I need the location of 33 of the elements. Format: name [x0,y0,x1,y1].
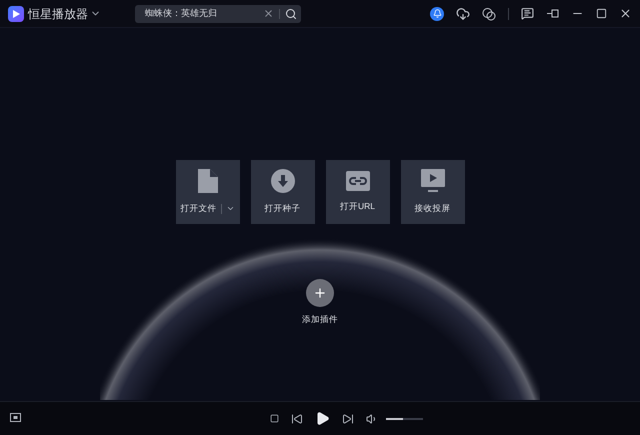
notification-icon[interactable] [430,6,444,20]
chat-bubbles-icon[interactable] [482,6,496,20]
link-icon [346,171,370,192]
feedback-icon[interactable] [521,7,534,20]
search-bar[interactable]: 蜘蛛侠：英雄无归 [135,4,301,22]
search-icon[interactable] [285,8,297,20]
cloud-download-icon[interactable] [456,6,470,20]
app-logo-icon [8,6,24,22]
close-icon[interactable] [619,7,632,20]
play-icon[interactable] [315,411,330,426]
volume-icon[interactable] [366,412,378,424]
document-icon [198,169,218,194]
open-action-tile[interactable]: 打开种子 [250,160,314,224]
open-action-tile[interactable]: 接收投屏 [400,160,464,224]
stop-icon[interactable] [270,414,279,423]
screen-icon[interactable] [10,413,21,424]
tile-label: 打开URL [340,200,375,213]
plugin-label: 添加插件 [302,313,338,326]
open-action-tile[interactable]: 打开URL [326,160,390,224]
chevron-icon[interactable] [226,204,234,213]
monitor-play-icon [420,169,444,194]
tile-label: 打开文件 [180,202,216,215]
plus-icon [313,286,327,300]
search-field[interactable]: 蜘蛛侠：英雄无归 [145,6,263,20]
clear-icon[interactable] [263,8,274,19]
open-action-tile[interactable]: 打开文件 [176,160,240,224]
pin-icon[interactable] [546,7,559,20]
tile-label: 打开种子 [264,202,300,215]
previous-icon[interactable] [291,412,303,424]
maximize-icon[interactable] [596,8,607,19]
next-icon[interactable] [342,412,354,424]
tile-label: 接收投屏 [414,202,450,215]
app-title: 恒星播放器 [28,6,88,22]
